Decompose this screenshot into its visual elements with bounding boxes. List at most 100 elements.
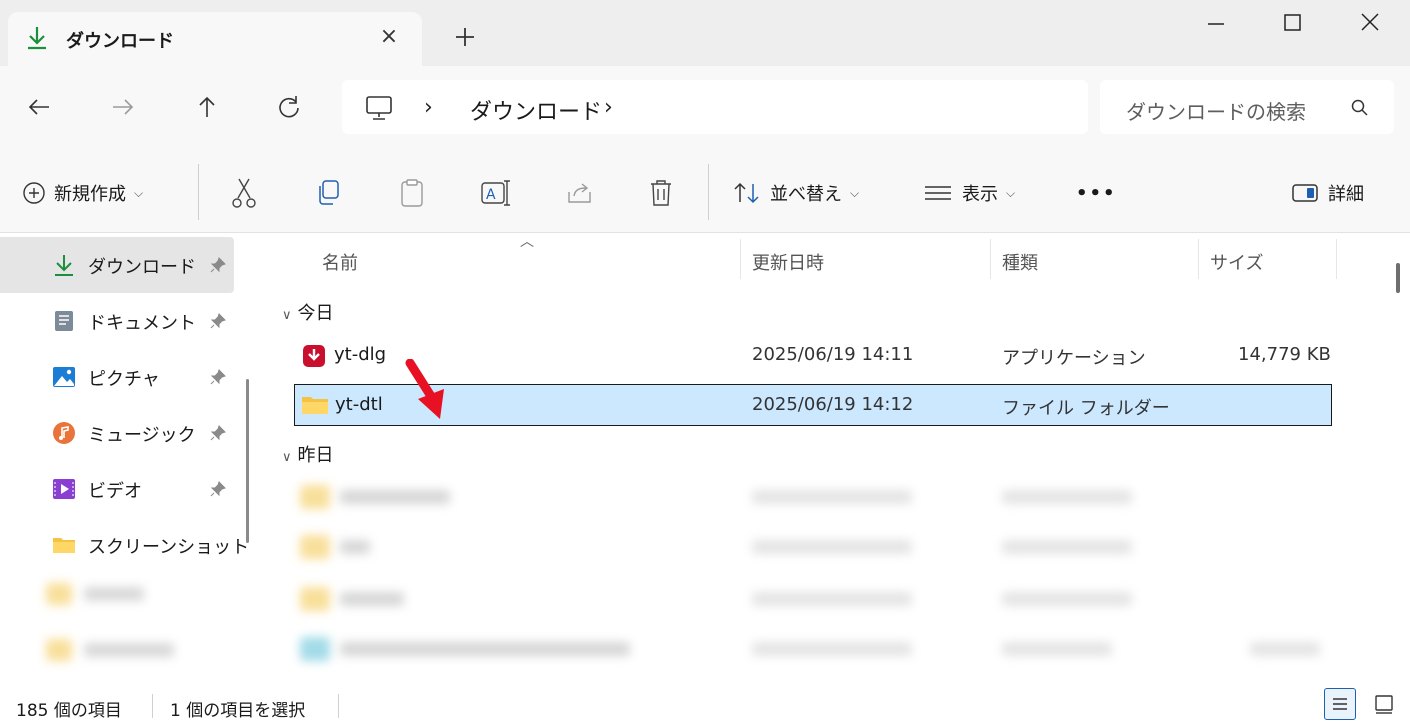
blurred-name xyxy=(340,592,404,606)
add-circle-icon xyxy=(23,182,45,204)
blurred-type xyxy=(1002,540,1132,554)
blurred-type xyxy=(1002,592,1132,606)
file-type: ファイル フォルダー xyxy=(1002,398,1170,419)
column-header-name[interactable]: 名前 xyxy=(322,249,358,275)
sidebar-item-documents[interactable]: ドキュメント xyxy=(0,293,234,349)
column-divider[interactable] xyxy=(990,239,991,279)
column-header-modified[interactable]: 更新日時 xyxy=(752,249,824,275)
pictures-icon xyxy=(53,367,75,387)
divider xyxy=(338,694,339,718)
file-name: yt-dlg xyxy=(334,344,387,365)
new-tab-icon[interactable] xyxy=(452,24,478,50)
selection-count: 1 個の項目を選択 xyxy=(170,701,306,721)
paste-icon[interactable] xyxy=(398,178,426,208)
blurred-folder-icon xyxy=(46,583,72,605)
divider xyxy=(152,694,153,718)
breadcrumb-downloads[interactable]: ダウンロード xyxy=(470,94,602,126)
blurred-icon xyxy=(300,637,330,661)
pin-icon[interactable] xyxy=(210,481,226,497)
new-button[interactable]: 新規作成 ⌵ xyxy=(22,178,143,208)
pin-icon[interactable] xyxy=(210,257,226,273)
sidebar-item-label: ピクチャ xyxy=(88,369,160,390)
sidebar-item-label: ビデオ xyxy=(88,481,142,502)
blurred-date xyxy=(752,490,912,504)
divider xyxy=(198,164,199,220)
search-icon[interactable] xyxy=(1350,98,1370,118)
blurred-date xyxy=(752,540,912,554)
file-type: アプリケーション xyxy=(1002,348,1146,369)
view-list-icon xyxy=(925,186,951,200)
sidebar-item-music[interactable]: ミュージック xyxy=(0,405,234,461)
file-name: yt-dtl xyxy=(335,394,383,415)
chevron-down-icon: ∨ xyxy=(282,450,292,465)
search-box[interactable]: ダウンロードの検索 xyxy=(1100,80,1394,134)
tiles-view-button[interactable] xyxy=(1368,688,1400,720)
folder-icon xyxy=(302,397,328,414)
more-options-icon[interactable]: ••• xyxy=(1076,178,1117,208)
tab-downloads[interactable]: ダウンロード × xyxy=(8,12,422,68)
blurred-type xyxy=(1002,642,1112,656)
sidebar-item-label: スクリーンショット xyxy=(88,537,250,558)
this-pc-icon xyxy=(366,96,392,120)
tab-close-icon[interactable]: × xyxy=(378,26,400,48)
copy-icon[interactable] xyxy=(314,178,342,208)
delete-icon[interactable] xyxy=(648,178,674,208)
blurred-name xyxy=(340,490,450,504)
details-button[interactable]: 詳細 xyxy=(1290,178,1364,208)
file-modified: 2025/06/19 14:11 xyxy=(752,344,914,365)
sidebar-item-pictures[interactable]: ピクチャ xyxy=(0,349,234,405)
blurred-icon xyxy=(300,587,330,611)
file-list: ︿ 名前 更新日時 種類 サイズ ∨ 今日 yt-dlg 2025/06/19 1… xyxy=(264,233,1410,680)
rename-icon[interactable]: A xyxy=(480,178,512,208)
blurred-label xyxy=(84,643,174,657)
share-icon[interactable] xyxy=(566,180,594,206)
pin-icon[interactable] xyxy=(210,369,226,385)
group-header-today[interactable]: ∨ 今日 xyxy=(282,299,334,325)
pin-icon[interactable] xyxy=(210,425,226,441)
group-header-yesterday[interactable]: ∨ 昨日 xyxy=(282,441,334,467)
sort-button[interactable]: 並べ替え ⌵ xyxy=(732,178,859,208)
app-icon xyxy=(303,345,325,367)
sidebar-item-downloads[interactable]: ダウンロード xyxy=(0,237,234,293)
blurred-date xyxy=(752,592,912,606)
group-label: 昨日 xyxy=(297,445,334,466)
close-window-icon[interactable] xyxy=(1350,8,1390,38)
folder-icon xyxy=(53,538,75,553)
view-button[interactable]: 表示 ⌵ xyxy=(922,178,1015,208)
sidebar-item-label: ミュージック xyxy=(88,425,196,446)
breadcrumb-separator[interactable]: › xyxy=(604,95,613,120)
breadcrumb-separator[interactable]: › xyxy=(424,95,433,120)
column-divider[interactable] xyxy=(740,239,741,279)
blurred-label xyxy=(84,587,144,601)
tab-strip: ダウンロード × xyxy=(0,0,1410,68)
file-size: 14,779 KB xyxy=(1238,344,1331,365)
chevron-down-icon: ⌵ xyxy=(134,185,144,200)
refresh-icon[interactable] xyxy=(274,92,304,122)
new-button-label: 新規作成 xyxy=(54,184,126,205)
file-modified: 2025/06/19 14:12 xyxy=(752,394,914,415)
cut-icon[interactable] xyxy=(230,176,258,210)
sidebar-item-videos[interactable]: ビデオ xyxy=(0,461,234,517)
column-divider[interactable] xyxy=(1336,239,1337,279)
sidebar-scrollbar[interactable] xyxy=(246,379,249,543)
pin-icon[interactable] xyxy=(210,313,226,329)
minimize-icon[interactable] xyxy=(1196,8,1236,38)
maximize-icon[interactable] xyxy=(1272,8,1312,38)
up-icon[interactable] xyxy=(192,92,222,122)
file-list-scrollbar[interactable] xyxy=(1396,263,1400,293)
forward-icon[interactable] xyxy=(108,92,138,122)
details-button-label: 詳細 xyxy=(1328,184,1364,205)
details-view-button[interactable] xyxy=(1324,688,1356,720)
column-header-type[interactable]: 種類 xyxy=(1002,249,1038,275)
sort-icon xyxy=(734,182,759,204)
sidebar-item-screenshots[interactable]: スクリーンショット xyxy=(0,517,249,573)
column-header-size[interactable]: サイズ xyxy=(1210,249,1263,275)
sort-button-label: 並べ替え xyxy=(770,184,842,205)
search-input[interactable]: ダウンロードの検索 xyxy=(1126,96,1306,125)
column-divider[interactable] xyxy=(1198,239,1199,279)
back-icon[interactable] xyxy=(24,92,54,122)
sidebar-item-label: ドキュメント xyxy=(88,313,196,334)
blurred-name xyxy=(340,540,370,554)
status-bar: 185 個の項目 1 個の項目を選択 xyxy=(0,680,1410,722)
address-bar[interactable]: › ダウンロード › xyxy=(342,80,1088,134)
